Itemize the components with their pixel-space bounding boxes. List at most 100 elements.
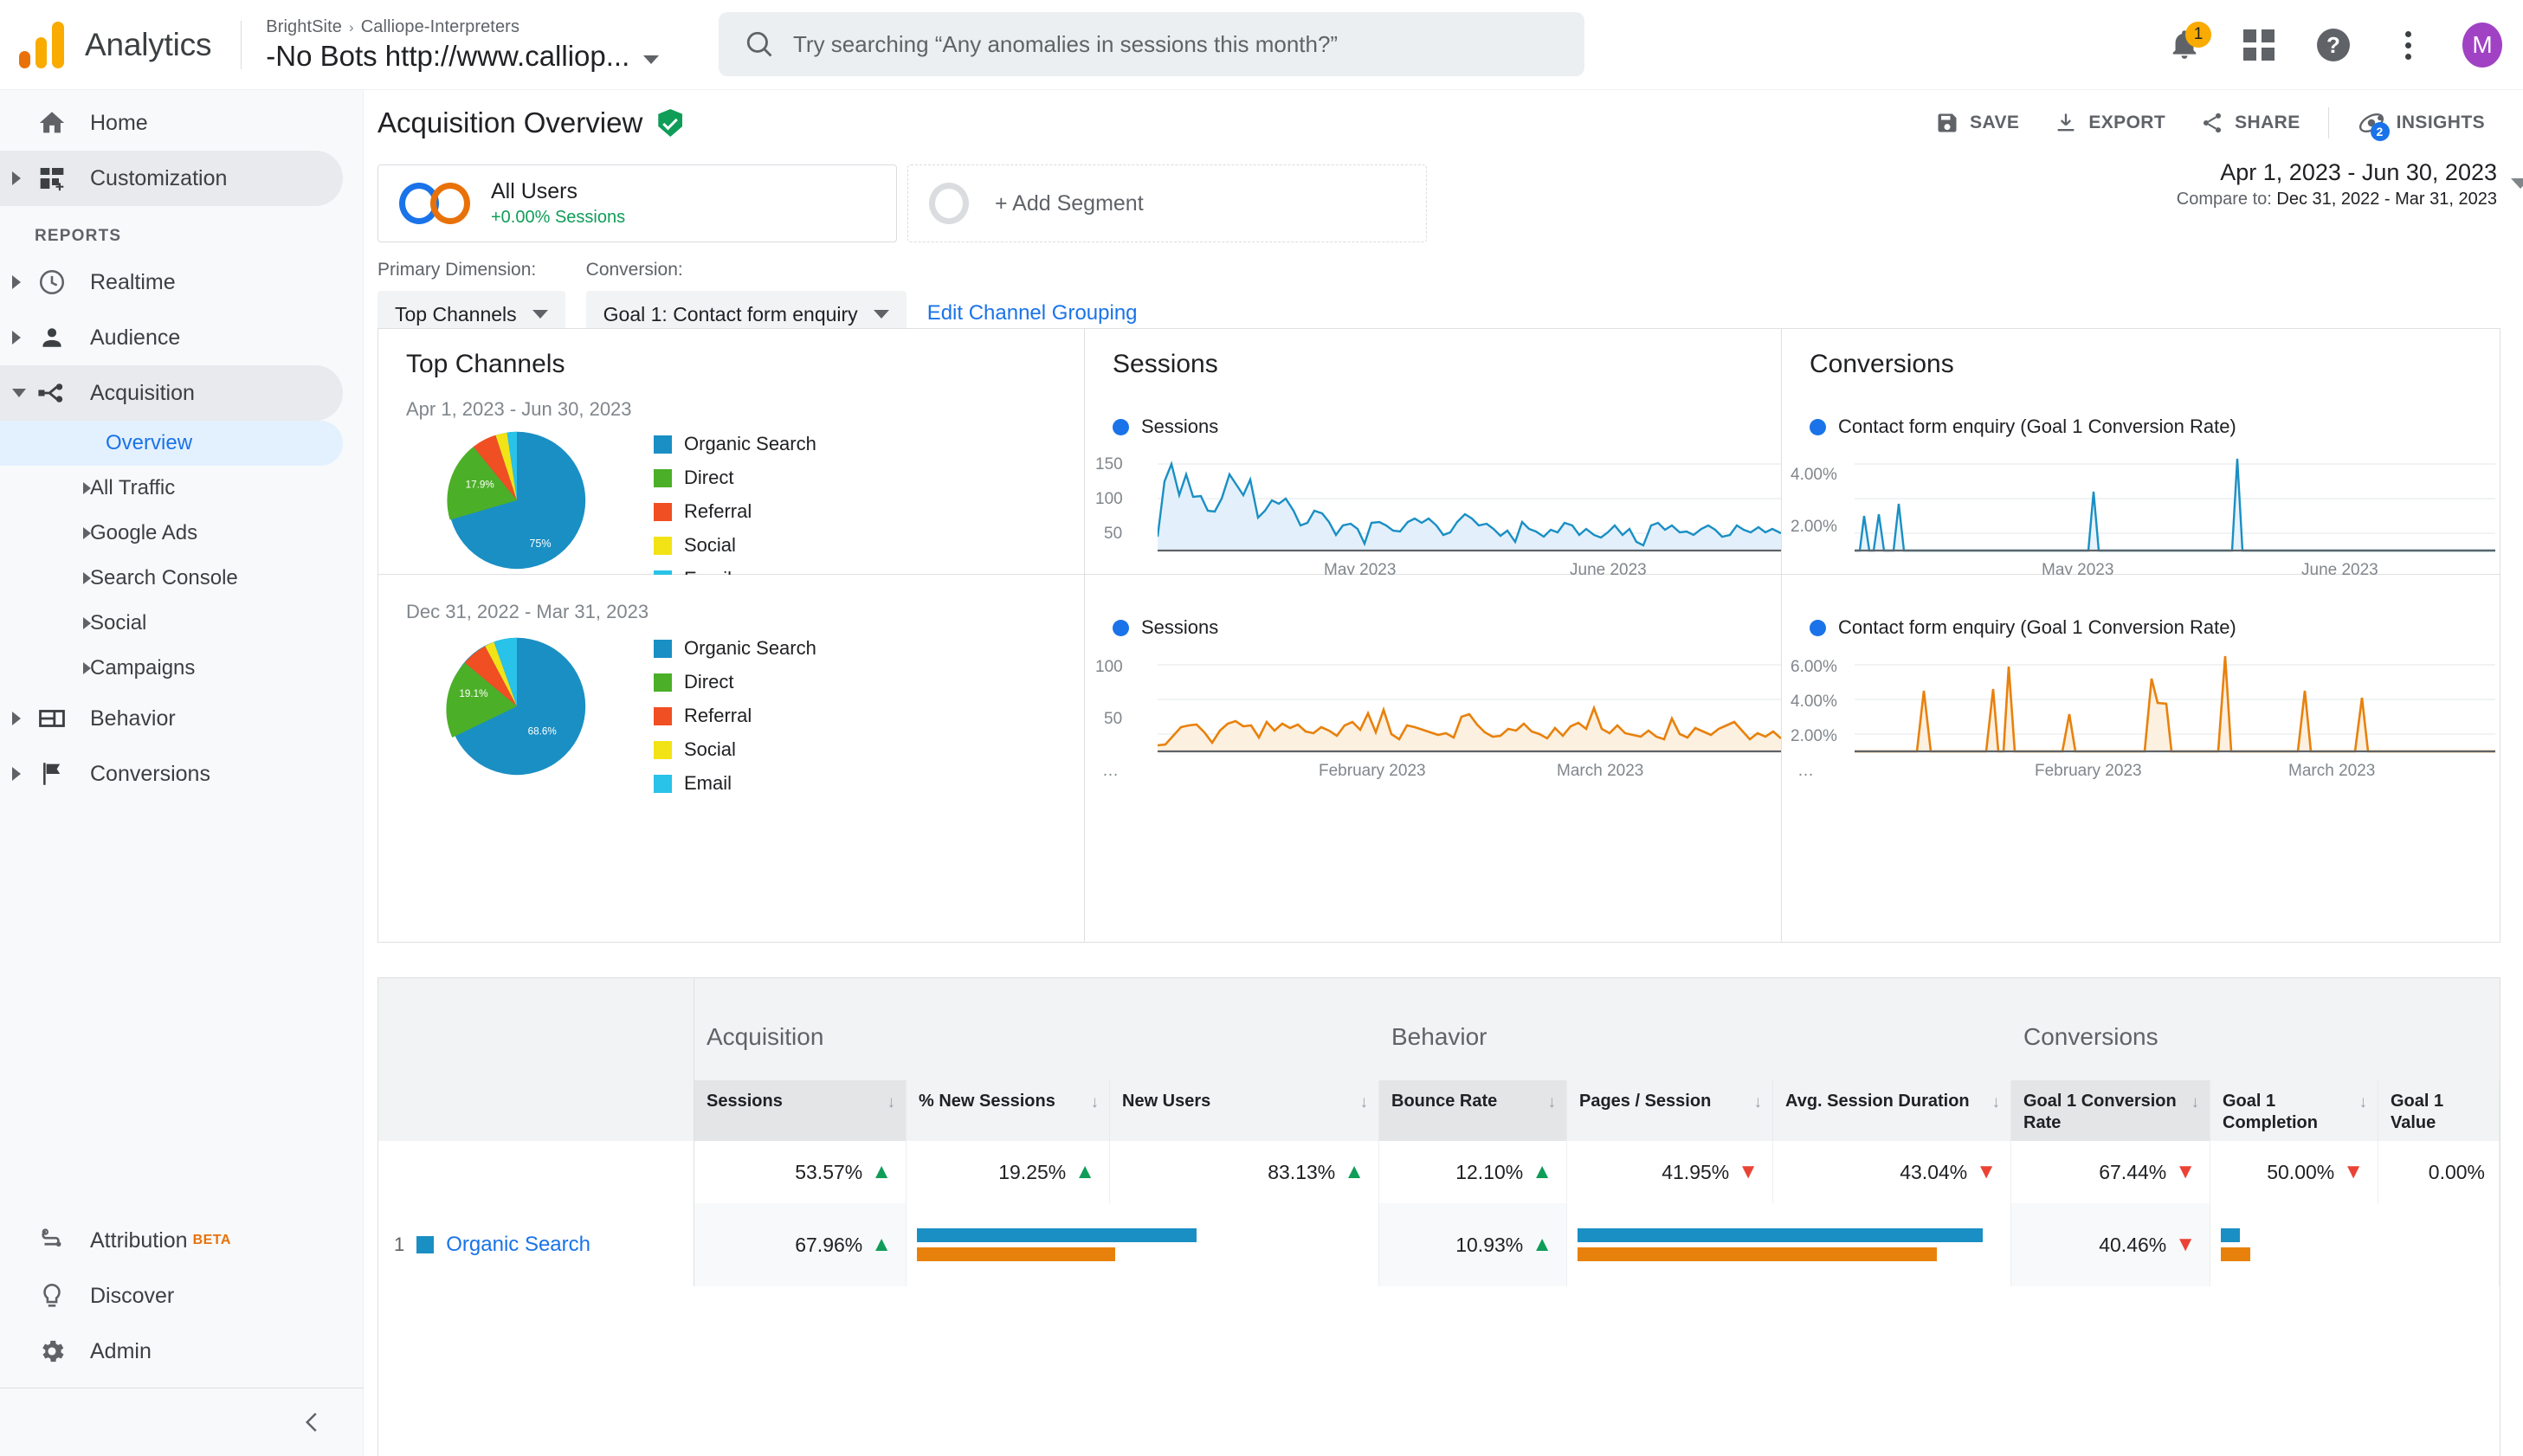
sort-icon[interactable]: ↓ [2191,1092,2200,1113]
add-segment-button[interactable]: + Add Segment [907,164,1427,242]
account-property-selector[interactable]: BrightSite › Calliope-Interpreters -No Bot… [266,17,660,73]
sort-icon[interactable]: ↓ [1548,1092,1557,1113]
sidebar-item-campaigns[interactable]: Campaigns [0,646,363,691]
chevron-right-icon [12,275,21,289]
table-column-header-row: Sessions ↓ % New Sessions ↓ New Users ↓ … [378,1080,2500,1141]
sort-icon[interactable]: ↓ [2359,1092,2368,1113]
summary-new-users: 83.13% ▲ [1110,1141,1379,1203]
sidebar-item-attribution[interactable]: Attribution BETA [0,1213,364,1268]
chevron-down-icon [873,310,889,319]
account-avatar-button[interactable]: M [2462,23,2502,68]
sort-icon[interactable]: ↓ [1992,1092,2001,1113]
legend-label: Direct [684,671,734,693]
insights-button[interactable]: 2 INSIGHTS [2339,108,2502,141]
y-tick-4pct: 4.00% [1791,466,1837,484]
sidebar-item-google-ads[interactable]: Google Ads [0,511,363,556]
col-header-bounce-rate[interactable]: Bounce Rate ↓ [1379,1080,1567,1141]
save-button[interactable]: SAVE [1918,111,2036,135]
legend-label: Contact form enquiry (Goal 1 Conversion … [1838,416,2236,437]
search-bar[interactable] [719,12,1584,76]
notifications-button[interactable]: 1 [2165,22,2211,65]
table-group-header: Acquisition Behavior Conversions [378,978,2500,1080]
collapse-sidebar-button[interactable] [0,1388,364,1456]
col-header-goal1-completion[interactable]: Goal 1 Completion ↓ [2210,1080,2378,1141]
summary-avg-session-duration: 43.04% ▼ [1773,1141,2011,1203]
summary-value: 19.25% [998,1160,1067,1183]
col-header-pages-session[interactable]: Pages / Session ↓ [1567,1080,1773,1141]
breadcrumb-account[interactable]: BrightSite [266,17,342,36]
conversions-legend-current: Contact form enquiry (Goal 1 Conversion … [1810,416,2236,438]
sessions-line-chart-compare[interactable] [1158,641,1781,753]
clock-icon [35,265,69,300]
sidebar-item-behavior[interactable]: Behavior [0,691,363,746]
chevron-down-icon[interactable] [643,55,660,64]
page-title: Acquisition Overview [377,106,643,139]
export-button[interactable]: EXPORT [2036,111,2183,135]
sidebar-item-label: Discover [90,1283,175,1308]
sort-icon[interactable]: ↓ [1754,1092,1763,1113]
row-channel-name[interactable]: Organic Search [446,1233,590,1257]
charts-row-compare: Dec 31, 2022 - Mar 31, 2023 68.6% 19.1% … [377,575,2500,943]
chevron-right-icon [83,482,91,494]
sidebar-item-acquisition[interactable]: Acquisition [0,365,343,421]
chevron-down-icon [12,389,26,397]
col-header-avg-session-duration[interactable]: Avg. Session Duration ↓ [1773,1080,2011,1141]
col-header-new-users[interactable]: New Users ↓ [1110,1080,1379,1141]
col-header-goal1-conversion-rate[interactable]: Goal 1 Conversion Rate ↓ [2011,1080,2210,1141]
conversions-line-chart-compare[interactable] [1855,641,2495,753]
share-button[interactable]: SHARE [2183,111,2318,135]
legend-label: Organic Search [684,637,816,659]
col-label: Avg. Session Duration [1785,1092,1970,1111]
sort-icon[interactable]: ↓ [1360,1092,1369,1113]
col-header-goal1-value[interactable]: Goal 1 Value [2378,1080,2500,1141]
sort-icon[interactable]: ↓ [1091,1092,1100,1113]
summary-bounce-rate: 12.10% ▲ [1379,1141,1567,1203]
search-input[interactable] [793,30,1584,58]
legend-dot-conversions [1810,418,1826,435]
edit-channel-grouping-link[interactable]: Edit Channel Grouping [927,301,1138,325]
view-name[interactable]: -No Bots http://www.calliop... [266,40,629,73]
sidebar-item-admin[interactable]: Admin [0,1324,364,1379]
pie-chart-current[interactable]: 75% 17.9% [404,422,629,578]
bar-current [1578,1228,1984,1242]
panel-title: Sessions [1113,350,1218,378]
table-row[interactable]: 1 Organic Search 67.96% ▲ 10.93% ▲ 40.46… [378,1203,2500,1286]
legend-swatch-social [654,740,672,759]
kebab-menu-icon [2404,30,2411,60]
sidebar-item-audience[interactable]: Audience [0,310,363,365]
table-summary-row: 53.57% ▲ 19.25% ▲ 83.13% ▲ 12.10% ▲ 41.95% ▼ … [378,1141,2500,1203]
sessions-line-chart-current[interactable] [1158,440,1781,552]
chevron-down-icon[interactable] [2511,178,2523,189]
sidebar-item-home[interactable]: Home [0,95,363,151]
sidebar-item-social[interactable]: Social [0,601,363,646]
sidebar-item-conversions[interactable]: Conversions [0,746,363,802]
conversions-line-chart-current[interactable] [1855,440,2495,552]
pie-chart-compare[interactable]: 68.6% 19.1% [404,628,629,784]
legend-label: Social [684,534,736,556]
sidebar-item-label: Acquisition [90,380,195,405]
summary-goal1-value: 0.00% [2378,1141,2500,1203]
sort-icon[interactable]: ↓ [887,1092,896,1113]
sessions-legend-compare: Sessions [1113,616,1218,639]
row-channel-cell[interactable]: 1 Organic Search [378,1203,694,1286]
date-range-selector[interactable]: Apr 1, 2023 - Jun 30, 2023 Compare to: D… [2177,159,2523,209]
sidebar-item-realtime[interactable]: Realtime [0,254,363,310]
top-channels-panel-current: Top Channels Apr 1, 2023 - Jun 30, 2023 … [378,329,1084,589]
col-label: Goal 1 Completion [2223,1092,2318,1132]
sidebar-item-overview[interactable]: Overview [0,421,343,466]
col-header-new-sessions-pct[interactable]: % New Sessions ↓ [907,1080,1110,1141]
trend-up-icon: ▲ [1074,1160,1095,1183]
col-header-sessions[interactable]: Sessions ↓ [694,1080,907,1141]
sidebar-item-all-traffic[interactable]: All Traffic [0,466,363,511]
x-tick-february: February 2023 [2035,762,2142,780]
sidebar-item-search-console[interactable]: Search Console [0,556,363,601]
segment-all-users[interactable]: All Users +0.00% Sessions [377,164,897,242]
summary-new-sessions-pct: 19.25% ▲ [907,1141,1110,1203]
panel-period: Apr 1, 2023 - Jun 30, 2023 [406,398,632,420]
help-button[interactable]: ? [2313,25,2353,65]
sidebar-item-customization[interactable]: Customization [0,151,343,206]
sidebar-item-discover[interactable]: Discover [0,1268,364,1324]
breadcrumb-property[interactable]: Calliope-Interpreters [361,17,519,36]
more-options-button[interactable] [2388,25,2428,65]
apps-grid-button[interactable] [2239,25,2279,65]
